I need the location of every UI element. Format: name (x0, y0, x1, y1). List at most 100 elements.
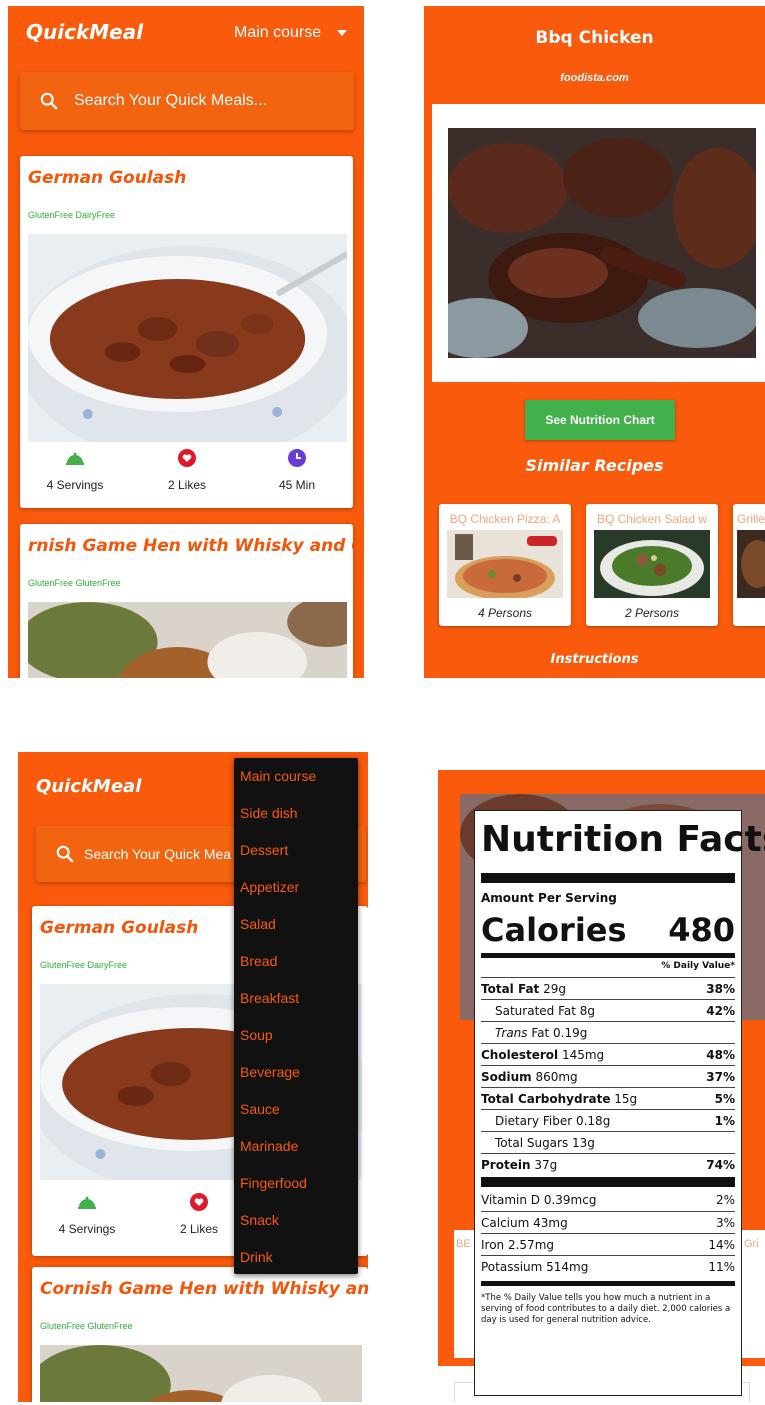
likes-label: 2 Likes (167, 478, 207, 492)
recipe-detail-screen: Bbq Chicken foodista.com See Nutrition C… (424, 6, 765, 678)
bbq-chicken-photo (448, 128, 756, 358)
daily-value-footnote: *The % Daily Value tells you how much a … (481, 1293, 731, 1325)
nutrient-name: Total Sugars 13g (495, 1136, 595, 1150)
servings-label: 4 Servings (46, 478, 104, 492)
nutrient-row: Dietary Fiber 0.18g 1% (481, 1109, 735, 1131)
nutrient-percent: 1% (714, 1114, 735, 1128)
search-input[interactable]: Search Your Quick Meals... (74, 92, 267, 110)
servings-label: 4 Servings (58, 1222, 116, 1236)
menu-item-dessert[interactable]: Dessert (240, 842, 288, 858)
daily-value-header: % Daily Value* (661, 961, 735, 971)
servings-stat: 4 Servings (20, 448, 130, 492)
menu-item-appetizer[interactable]: Appetizer (240, 879, 299, 895)
medium-divider (481, 953, 735, 958)
menu-item-breakfast[interactable]: Breakfast (240, 990, 299, 1006)
similar-recipe-card[interactable]: BQ Chicken Salad w 2 Persons (586, 504, 718, 626)
diet-tags: GlutenFree GlutenFree (28, 578, 121, 588)
time-stat: 45 Min (242, 448, 352, 492)
nutrition-facts-title: Nutrition Facts (481, 819, 765, 860)
menu-item-bread[interactable]: Bread (240, 953, 277, 969)
diet-tags: GlutenFree DairyFree (28, 210, 116, 220)
menu-item-main-course[interactable]: Main course (240, 768, 316, 784)
nutrient-name: Total Fat 29g (481, 982, 566, 996)
thick-divider (481, 1177, 735, 1187)
medium-divider (481, 1281, 735, 1286)
diet-tags: GlutenFree DairyFree (40, 960, 128, 970)
nutrition-chart-button[interactable]: See Nutrition Chart (525, 400, 675, 440)
instructions-heading: Instructions (550, 652, 639, 667)
recipe-card[interactable]: Cornish Game Hen with Whisky an.. Gluten… (32, 1267, 368, 1402)
similar-recipe-card-edge: Gri (742, 1230, 765, 1358)
nutrient-row: Cholesterol 145mg 48% (481, 1043, 735, 1065)
nutrition-facts-screen: BE Gri Nutrition Facts Amount Per Servin… (438, 770, 765, 1402)
game-hen-photo (28, 602, 347, 678)
recipe-source[interactable]: foodista.com (424, 72, 765, 84)
similar-recipes-heading: Similar Recipes (525, 456, 664, 475)
recipe-card[interactable]: rnish Game Hen with Whisky and C GlutenF… (20, 524, 353, 678)
nutrient-name: Total Carbohydrate 15g (481, 1092, 638, 1106)
nutrient-row: Total Fat 29g 38% (481, 977, 735, 999)
recipe-card[interactable]: German Goulash GlutenFree DairyFree 4 Se… (20, 156, 353, 508)
search-icon (40, 92, 58, 110)
menu-item-beverage[interactable]: Beverage (240, 1064, 300, 1080)
cloche-icon (66, 452, 84, 465)
amount-per-serving: Amount Per Serving (481, 891, 617, 905)
menu-item-snack[interactable]: Snack (240, 1212, 279, 1228)
nutrient-row: Protein 37g 74% (481, 1153, 735, 1175)
heart-icon (190, 1193, 208, 1211)
menu-item-sauce[interactable]: Sauce (240, 1101, 280, 1117)
course-dropdown[interactable]: Main course (234, 24, 348, 42)
thick-divider (481, 873, 735, 883)
menu-item-fingerfood[interactable]: Fingerfood (240, 1175, 307, 1191)
clock-icon (288, 449, 306, 467)
pizza-photo (447, 530, 563, 598)
menu-item-drink[interactable]: Drink (240, 1249, 273, 1265)
similar-recipe-title: BQ Chicken Pizza: A (449, 512, 561, 526)
similar-recipe-title: Gri (744, 1238, 759, 1250)
list-screen: QuickMeal Main course Search Your Quick … (8, 6, 364, 678)
likes-stat[interactable]: 2 Likes (132, 448, 242, 492)
calories-label: Calories (481, 911, 627, 949)
salad-photo (594, 530, 710, 598)
list-screen-dropdown-open: QuickMeal Search Your Quick Mea German G… (18, 752, 368, 1402)
grilled-photo (737, 530, 765, 598)
heart-icon (178, 449, 196, 467)
diet-tags: GlutenFree GlutenFree (40, 1321, 133, 1331)
nutrient-name: Vitamin D 0.39mcg (481, 1193, 597, 1207)
recipe-title: Cornish Game Hen with Whisky an.. (40, 1279, 368, 1299)
nutrient-name: Protein 37g (481, 1158, 558, 1172)
nutrient-row: Total Sugars 13g (481, 1131, 735, 1153)
search-bar[interactable]: Search Your Quick Meals... (20, 72, 354, 130)
nutrient-row: Calcium 43mg 3% (481, 1211, 735, 1233)
menu-item-salad[interactable]: Salad (240, 916, 276, 932)
nutrient-name: Calcium 43mg (481, 1216, 568, 1230)
nutrient-percent: 37% (706, 1070, 735, 1084)
similar-recipe-card[interactable]: Grille (733, 504, 765, 626)
nutrient-percent: 3% (715, 1216, 735, 1230)
search-input[interactable]: Search Your Quick Mea (84, 846, 231, 862)
nutrient-percent: 14% (708, 1238, 735, 1252)
nutrient-row: Saturated Fat 8g 42% (481, 999, 735, 1021)
course-dropdown-label: Main course (234, 24, 322, 41)
nutrient-name: Sodium 860mg (481, 1070, 578, 1084)
calories-value: 480 (668, 911, 735, 949)
caret-down-icon (337, 29, 348, 36)
similar-recipe-persons: 2 Persons (624, 606, 680, 620)
similar-recipe-title: BE (456, 1238, 471, 1250)
nutrient-percent: 5% (714, 1092, 735, 1106)
search-icon (56, 845, 74, 863)
recipe-title: German Goulash (28, 168, 187, 188)
recipe-title: rnish Game Hen with Whisky and C (28, 536, 353, 556)
similar-recipe-card-edge: BE (454, 1230, 476, 1358)
nutrient-percent: 42% (706, 1004, 735, 1018)
course-dropdown-menu: Main course Side dish Dessert Appetizer … (234, 758, 358, 1274)
nutrient-row: Sodium 860mg 37% (481, 1065, 735, 1087)
nutrient-row: Potassium 514mg 11% (481, 1255, 735, 1277)
nutrition-facts-label: Nutrition Facts Amount Per Serving Calor… (474, 810, 765, 1396)
menu-item-marinade[interactable]: Marinade (240, 1138, 298, 1154)
similar-recipe-card[interactable]: BQ Chicken Pizza: A 4 Persons (439, 504, 571, 626)
menu-item-side-dish[interactable]: Side dish (240, 805, 298, 821)
menu-item-soup[interactable]: Soup (240, 1027, 273, 1043)
nutrient-percent: 2% (715, 1193, 735, 1207)
nutrient-percent: 38% (706, 982, 735, 996)
